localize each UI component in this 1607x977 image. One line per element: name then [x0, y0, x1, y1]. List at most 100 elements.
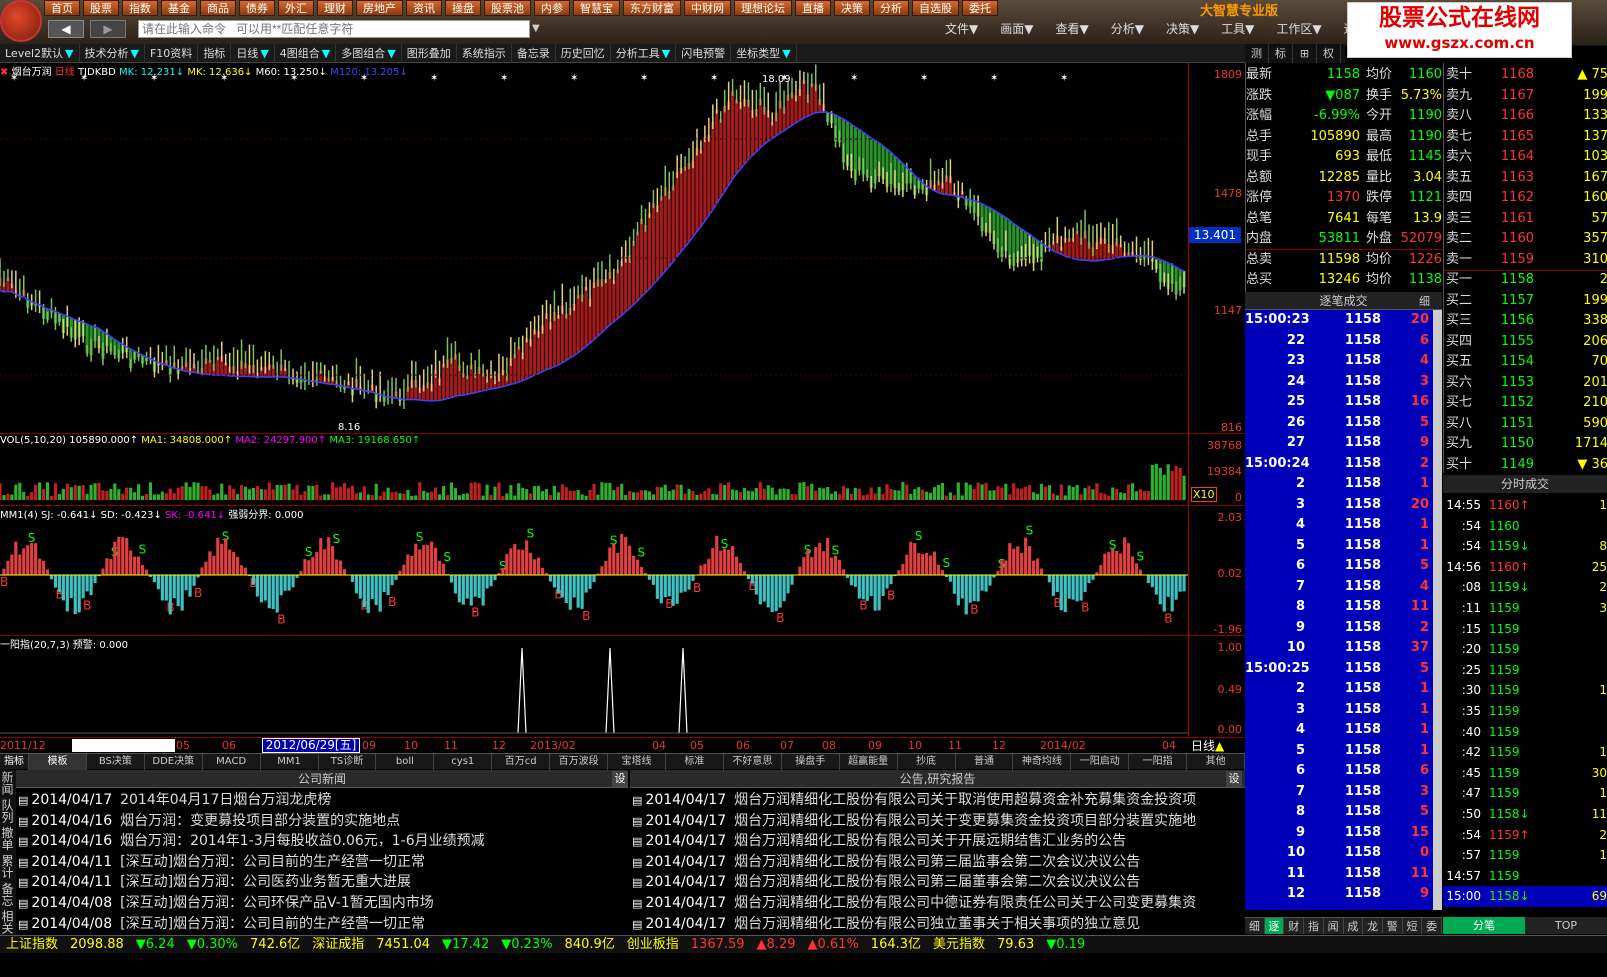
nav-tab[interactable]: 理财: [317, 0, 353, 16]
toolbar-button[interactable]: 指标: [198, 44, 232, 63]
command-input[interactable]: [138, 20, 530, 38]
quote-tab[interactable]: 财: [1284, 918, 1305, 934]
quote-tab[interactable]: 闻: [1324, 918, 1344, 934]
quote-tab[interactable]: 委: [1422, 918, 1443, 934]
nav-tab[interactable]: 直播: [795, 0, 831, 16]
toolbar-button[interactable]: 4图组合 ▼: [275, 44, 337, 63]
indicator-tab[interactable]: MM1: [261, 754, 319, 770]
date-axis[interactable]: 2011/12 05 06 09 10 11 12 2013/02 04 05 06 07 08 09 10…: [0, 737, 1245, 753]
news-settings-button[interactable]: 设: [612, 771, 628, 787]
indicator-tab[interactable]: 指标: [0, 754, 29, 770]
nav-tab[interactable]: 股票: [83, 0, 119, 16]
indicator-tab[interactable]: 不好意思: [724, 754, 782, 770]
nav-tab[interactable]: 委托: [962, 0, 998, 16]
toolbar-button[interactable]: 闪电预警: [676, 44, 732, 63]
news-item[interactable]: ▤ 2014/04/11 [深互动]烟台万润：公司医药业务暂无重大进展: [18, 872, 628, 892]
back-button[interactable]: ◀: [48, 20, 84, 38]
menu-item[interactable]: 决策▼: [1166, 20, 1199, 37]
nav-tab[interactable]: 房地产: [356, 0, 403, 16]
announcement-settings-button[interactable]: 设: [1226, 771, 1242, 787]
nav-tab[interactable]: 基金: [161, 0, 197, 16]
news-item[interactable]: ▤ 2014/04/17 烟台万润精细化工股份有限公司第三届监事会第二次会议决议公告: [632, 852, 1236, 872]
nav-tab[interactable]: 理想论坛: [734, 0, 792, 16]
tick-detail-button[interactable]: 细: [1419, 293, 1439, 309]
cycle-button[interactable]: 日线▲: [1191, 737, 1224, 754]
tick-scrollbar[interactable]: [1433, 310, 1442, 910]
indicator-tab[interactable]: TS诊断: [319, 754, 377, 770]
kline-chart[interactable]: ✶✶✶✶✶✶✶✶✶✶✶✶✶✶✶✶BSBBSSBBSBBSSBBSSBSSBBSS…: [0, 63, 1245, 768]
indicator-tab[interactable]: 一阳启动: [1071, 754, 1130, 770]
minute-tab[interactable]: 分笔: [1443, 917, 1525, 934]
toolbar-button[interactable]: 多图组合 ▼: [336, 44, 402, 63]
news-item[interactable]: ▤ 2014/04/17 烟台万润精细化工股份有限公司关于取消使用超募资金补充募集资…: [632, 790, 1236, 810]
quote-tab[interactable]: 细: [1245, 918, 1265, 934]
date-input-box[interactable]: [72, 739, 175, 752]
indicator-tab[interactable]: cys1: [434, 754, 493, 770]
indicator-tab[interactable]: 抄底: [898, 754, 956, 770]
nav-tab[interactable]: 商品: [200, 0, 236, 16]
toolbar-button[interactable]: 坐标类型 ▼: [731, 44, 797, 63]
app-logo[interactable]: [0, 0, 42, 42]
tick-trades-list[interactable]: 15:00:23 1158 20 22 1158 6 23 1158 4 24 1158 3 25 115…: [1245, 310, 1433, 910]
toolbar-button[interactable]: F10资料: [145, 44, 199, 63]
nav-tab[interactable]: 股票池: [484, 0, 531, 16]
nav-tab[interactable]: 东方财富: [623, 0, 681, 16]
quote-tab[interactable]: 短: [1403, 918, 1423, 934]
minute-tab[interactable]: TOP: [1525, 917, 1607, 934]
nav-tab[interactable]: 内参: [534, 0, 570, 16]
nav-tab[interactable]: 分析: [873, 0, 909, 16]
nav-tab[interactable]: 智慧宝: [573, 0, 620, 16]
chevron-down-icon[interactable]: ▼: [532, 20, 544, 38]
indicator-tab[interactable]: 标准: [666, 754, 724, 770]
news-item[interactable]: ▤ 2014/04/17 烟台万润精细化工股份有限公司第三届董事会第二次会议决议公告: [632, 872, 1236, 892]
toolbar-button[interactable]: Level2默认 ▼: [0, 44, 80, 63]
quote-tab[interactable]: 龙: [1363, 918, 1383, 934]
toolbar-button[interactable]: 技术分析 ▼: [80, 44, 145, 63]
indicator-tab[interactable]: 百万cd: [492, 754, 551, 770]
nav-tab[interactable]: 首页: [44, 0, 80, 16]
indicator-tab[interactable]: 神奇均线: [1013, 754, 1072, 770]
toolbar-button[interactable]: 系统指示: [457, 44, 512, 63]
news-item[interactable]: ▤ 2014/04/17 烟台万润精细化工股份有限公司中德证券有限责任公司关于公司变…: [632, 893, 1236, 913]
right-tab[interactable]: 权: [1317, 44, 1341, 63]
nav-tab[interactable]: 外汇: [278, 0, 314, 16]
news-item[interactable]: ▤ 2014/04/16 烟台万润：变更募投项目部分装置的实施地点: [18, 811, 628, 831]
nav-tab[interactable]: 资讯: [406, 0, 442, 16]
nav-tab[interactable]: 中财网: [684, 0, 731, 16]
news-item[interactable]: ▤ 2014/04/17 烟台万润精细化工股份有限公司关于变更募集资金投资项目部分装…: [632, 811, 1236, 831]
indicator-tab[interactable]: 其他: [1187, 754, 1246, 770]
nav-tab[interactable]: 自选股: [912, 0, 959, 16]
quote-tab[interactable]: 指: [1304, 918, 1324, 934]
forward-button[interactable]: ▶: [90, 20, 126, 38]
close-icon[interactable]: ✖: [0, 67, 8, 78]
menu-item[interactable]: 画面▼: [1000, 20, 1033, 37]
indicator-tab[interactable]: 宝塔线: [608, 754, 666, 770]
toolbar-button[interactable]: 备忘录: [512, 44, 556, 63]
toolbar-button[interactable]: 图形叠加: [402, 44, 457, 63]
toolbar-button[interactable]: 分析工具 ▼: [611, 44, 677, 63]
indicator-tab[interactable]: 普通: [956, 754, 1014, 770]
indicator-tab[interactable]: 超赢能量: [840, 754, 898, 770]
quote-tab[interactable]: 警: [1383, 918, 1403, 934]
menu-item[interactable]: 工具▼: [1221, 20, 1254, 37]
menu-item[interactable]: 文件▼: [945, 20, 978, 37]
news-item[interactable]: ▤ 2014/04/08 [深互动]烟台万润：公司环保产品V-1暂无国内市场: [18, 893, 628, 913]
indicator-tab[interactable]: DDE决策: [145, 754, 203, 770]
nav-tab[interactable]: 决策: [834, 0, 870, 16]
right-tab[interactable]: 测: [1245, 44, 1269, 63]
nav-tab[interactable]: 债券: [239, 0, 275, 16]
indicator-tab[interactable]: 百万波段: [550, 754, 609, 770]
menu-item[interactable]: 工作区▼: [1276, 20, 1321, 37]
news-item[interactable]: ▤ 2014/04/17 烟台万润精细化工股份有限公司关于开展远期结售汇业务的公告: [632, 831, 1236, 851]
indicator-tab[interactable]: BS决策: [87, 754, 145, 770]
minute-trades-list[interactable]: 14:55 1160↑ 1:54 1160:54 1159↓ 8 14:56 1160↑ 25:…: [1443, 493, 1607, 915]
quote-tab[interactable]: 逐: [1264, 918, 1285, 934]
quote-tab[interactable]: 成: [1344, 918, 1364, 934]
indicator-tab[interactable]: 一阳指: [1129, 754, 1188, 770]
news-item[interactable]: ▤ 2014/04/16 烟台万润：2014年1-3月每股收益0.06元，1-6月业…: [18, 831, 628, 851]
indicator-tab[interactable]: 模板: [29, 754, 87, 770]
indicator-tab[interactable]: boll: [376, 754, 435, 770]
right-tab[interactable]: ⊞: [1293, 44, 1317, 63]
news-item[interactable]: ▤ 2014/04/08 [深互动]烟台万润：公司目前的生产经营一切正常: [18, 914, 628, 934]
news-side-tabs[interactable]: 新闻 队列 撤单 累计 备忘 相关: [0, 770, 16, 935]
